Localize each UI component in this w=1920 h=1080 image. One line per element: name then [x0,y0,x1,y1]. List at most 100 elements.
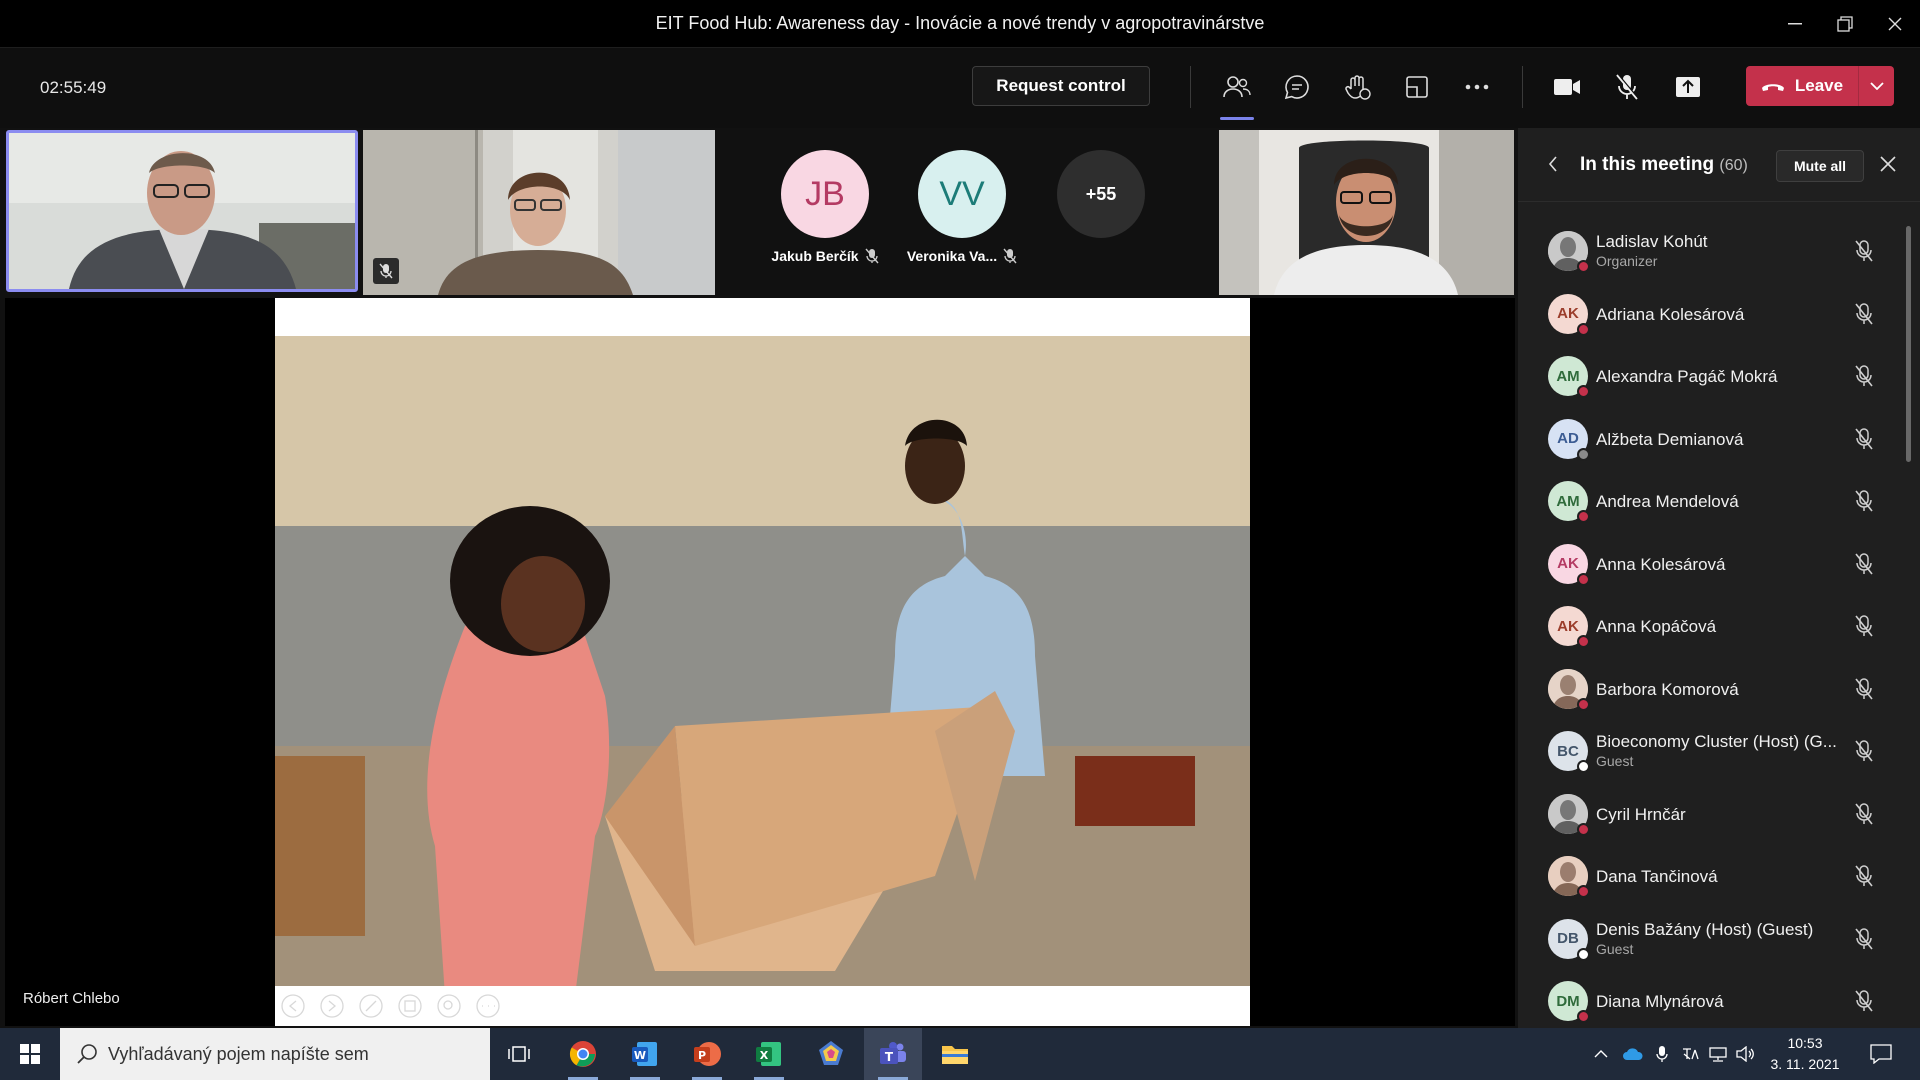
participant-name: Veronika Va... [906,248,998,264]
presence-status [1577,885,1590,898]
participant-mic-button[interactable] [1854,240,1874,262]
clock-time: 10:53 [1787,1035,1823,1051]
request-control-button[interactable]: Request control [972,66,1150,106]
participant-row[interactable]: Ladislav Kohút Organizer [1518,220,1920,283]
mic-off-icon [1855,990,1873,1012]
svg-text:P: P [698,1049,706,1062]
taskbar-clock[interactable]: 10:53 3. 11. 2021 [1765,1033,1845,1075]
participant-row[interactable]: AM Alexandra Pagáč Mokrá [1518,345,1920,408]
close-panel-button[interactable] [1880,156,1896,172]
participant-mic-button[interactable] [1854,427,1874,450]
participant-mic-button[interactable] [1854,552,1874,575]
start-button[interactable] [0,1028,60,1080]
participant-mic-button[interactable] [1854,365,1874,387]
participant-mic-button[interactable] [1854,490,1874,512]
taskbar-chrome[interactable] [554,1028,612,1080]
participant-tile[interactable]: VV Veronika Va... [897,150,1027,300]
leave-button[interactable]: Leave [1746,66,1858,106]
avatar-initials: AD [1557,430,1579,447]
participants-button[interactable] [1218,68,1256,120]
video-tile-speaker[interactable] [6,130,358,292]
microphone-tray-button[interactable] [1648,1028,1676,1080]
taskbar-powerpoint[interactable]: P [678,1028,736,1080]
title-bar: EIT Food Hub: Awareness day - Inovácie a… [0,0,1920,48]
network-button[interactable] [1704,1028,1732,1080]
more-actions-button[interactable] [1458,68,1496,106]
participant-mic-button[interactable] [1854,677,1874,700]
taskbar-teams[interactable]: T [864,1028,922,1080]
restore-button[interactable] [1822,0,1868,48]
chevron-up-icon [1594,1050,1608,1058]
participant-mic-button[interactable] [1854,302,1874,325]
avatar-initials: VV [939,174,985,213]
participant-row[interactable]: DB Denis Bažány (Host) (Guest) Guest [1518,908,1920,971]
back-button[interactable] [1548,156,1558,172]
mic-button[interactable] [1608,68,1646,106]
mute-all-button[interactable]: Mute all [1776,150,1864,182]
slide-controls [275,986,1250,1026]
participant-mic-button[interactable] [1854,740,1874,762]
participant-name: Anna Kolesárová [1596,554,1726,574]
chat-button[interactable] [1278,68,1316,106]
restore-icon [1837,16,1853,32]
panel-scrollbar[interactable] [1906,226,1911,462]
camera-button[interactable] [1548,68,1586,106]
mic-off-icon [1855,677,1873,699]
presentation-slide [275,298,1250,1026]
participant-row[interactable]: DM Diana Mlynárová [1518,970,1920,1033]
participant-mic-button[interactable] [1854,802,1874,825]
mic-off-icon [1616,74,1639,100]
input-method-button[interactable] [1676,1028,1704,1080]
video-tile-participant[interactable] [1219,130,1514,295]
participant-mic-button[interactable] [1854,927,1874,950]
avatar-initials: AK [1557,555,1579,572]
taskbar-app[interactable] [802,1028,860,1080]
taskbar-excel[interactable]: X [740,1028,798,1080]
taskbar-search[interactable]: Vyhľadávaný pojem napíšte sem [60,1028,490,1080]
video-tile-participant[interactable] [363,130,715,295]
folder-icon [942,1046,968,1064]
participant-row[interactable]: AM Andrea Mendelová [1518,470,1920,533]
participant-row[interactable]: Barbora Komorová [1518,658,1920,721]
participant-row[interactable]: AK Anna Kolesárová [1518,533,1920,596]
participant-row[interactable]: AD Alžbeta Demianová [1518,408,1920,471]
participant-name: Cyril Hrnčár [1596,804,1686,824]
share-button[interactable] [1669,68,1707,106]
presence-status [1577,1010,1590,1023]
avatar-initials: AK [1557,305,1579,322]
mic-off-icon [1003,248,1017,264]
leave-options-button[interactable] [1859,66,1894,106]
participant-row[interactable]: Dana Tančinová [1518,845,1920,908]
participant-mic-button[interactable] [1854,990,1874,1012]
participant-name-row: Veronika Va... [897,248,1027,264]
panel-header: In this meeting (60) Mute all [1518,128,1920,202]
action-center-button[interactable] [1856,1028,1906,1080]
presenter-name: Róbert Chlebo [23,990,120,1007]
camera-icon [1554,79,1580,95]
participant-row[interactable]: AK Anna Kopáčová [1518,595,1920,658]
minimize-button[interactable] [1772,0,1818,48]
reactions-button[interactable] [1338,68,1376,106]
close-window-button[interactable] [1872,0,1918,48]
presence-status [1577,697,1590,711]
more-participants-button[interactable]: +55 [1057,150,1145,238]
rooms-button[interactable] [1398,68,1436,106]
teams-icon: T [880,1042,906,1064]
participant-mic-button[interactable] [1854,615,1874,637]
participant-row[interactable]: Cyril Hrnčár [1518,783,1920,846]
participant-name: Andrea Mendelová [1596,492,1739,511]
onedrive-button[interactable] [1618,1028,1648,1080]
speaker-icon [1736,1046,1754,1062]
participant-tile[interactable]: JB Jakub Berčík [760,150,890,300]
task-view-button[interactable] [490,1028,548,1080]
participant-list: Ladislav Kohút Organizer AK Adriana Kolesár… [1518,220,1920,1033]
powerpoint-icon: P [694,1042,721,1066]
taskbar-file-explorer[interactable] [926,1028,984,1080]
participant-row[interactable]: BC Bioeconomy Cluster (Host) (G... Guest [1518,720,1920,783]
taskbar-word[interactable]: W [616,1028,674,1080]
participant-mic-button[interactable] [1854,865,1874,887]
volume-button[interactable] [1732,1028,1760,1080]
minimize-icon [1788,23,1802,25]
show-hidden-icons-button[interactable] [1588,1028,1614,1080]
participant-row[interactable]: AK Adriana Kolesárová [1518,283,1920,346]
